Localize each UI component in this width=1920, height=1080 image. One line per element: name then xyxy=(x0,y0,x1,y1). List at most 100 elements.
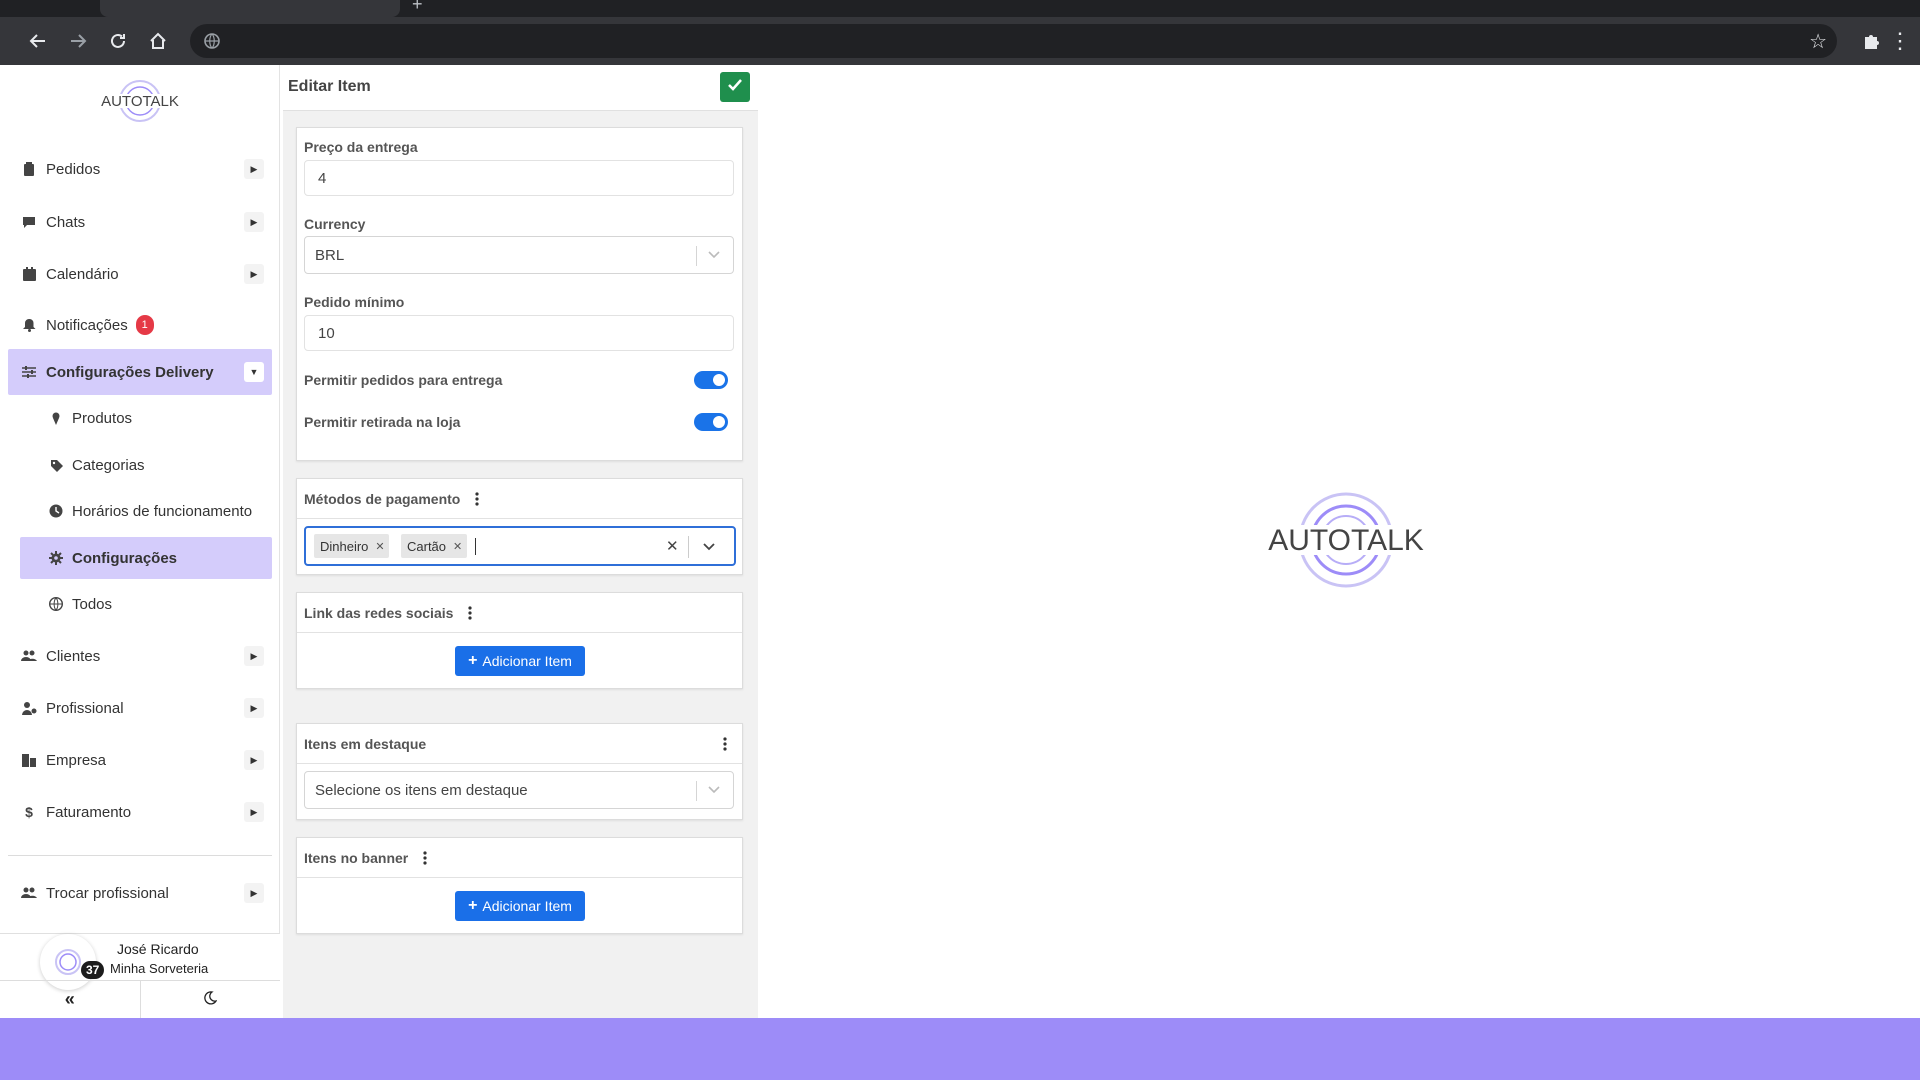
svg-text:AUTOTALK: AUTOTALK xyxy=(1268,524,1424,557)
clear-all-icon[interactable]: ✕ xyxy=(666,537,679,555)
select-separator xyxy=(696,246,697,266)
sidebar-subitem-horarios[interactable]: Horários de funcionamento xyxy=(20,490,272,532)
save-button[interactable] xyxy=(720,72,750,102)
sidebar-item-configuracoes-delivery[interactable]: Configurações Delivery ▼ xyxy=(8,349,272,395)
caret-right-icon[interactable]: ▶ xyxy=(244,883,264,903)
delivery-price-input[interactable]: 4 xyxy=(304,160,734,196)
sliders-icon xyxy=(20,363,38,381)
featured-items-label: Itens em destaque xyxy=(304,735,427,752)
arrow-left-icon[interactable] xyxy=(22,25,54,57)
plus-icon: + xyxy=(468,652,478,669)
address-bar[interactable]: ☆ xyxy=(190,24,1837,58)
bookmark-star-icon[interactable]: ☆ xyxy=(1809,29,1827,54)
featured-items-select[interactable]: Selecione os itens em destaque xyxy=(304,771,734,809)
sidebar-item-profissional[interactable]: Profissional ▶ xyxy=(8,685,272,731)
building-icon xyxy=(20,751,38,769)
plus-icon: + xyxy=(468,897,478,914)
sidebar-item-label: Chats xyxy=(46,213,86,231)
chevron-down-icon[interactable] xyxy=(705,246,723,264)
remove-chip-icon[interactable]: ✕ xyxy=(453,540,467,553)
payment-chip-label: Dinheiro xyxy=(320,538,369,554)
browser-toolbar: ☆ ⋮ xyxy=(0,17,1920,65)
collapse-sidebar-button[interactable]: « xyxy=(0,981,140,1018)
sidebar: AUTOTALK Pedidos ▶ Chats ▶ Calendário ▶ xyxy=(0,65,280,1018)
banner-items-label: Itens no banner xyxy=(304,849,409,866)
allow-pickup-row: Permitir retirada na loja xyxy=(304,410,734,434)
sidebar-subitem-label: Configurações xyxy=(72,549,178,567)
user-panel: 37 José Ricardo Minha Sorveteria « xyxy=(0,933,280,1018)
preview-area: AUTOTALK xyxy=(758,65,1920,1018)
site-info-icon[interactable] xyxy=(202,31,222,51)
sidebar-item-pedidos[interactable]: Pedidos ▶ xyxy=(8,146,272,192)
chevron-down-icon[interactable] xyxy=(698,536,720,558)
featured-items-header: Itens em destaque xyxy=(297,724,742,764)
moon-icon xyxy=(203,989,218,1010)
sidebar-item-clientes[interactable]: Clientes ▶ xyxy=(8,633,272,679)
payment-chip: Cartão ✕ xyxy=(401,534,468,558)
sidebar-item-chats[interactable]: Chats ▶ xyxy=(8,199,272,245)
caret-right-icon[interactable]: ▶ xyxy=(244,750,264,770)
sidebar-item-trocar-profissional[interactable]: Trocar profissional ▶ xyxy=(8,870,272,916)
autotalk-logo[interactable]: AUTOTALK xyxy=(95,75,185,127)
browser-tab[interactable] xyxy=(100,0,400,17)
featured-items-placeholder: Selecione os itens em destaque xyxy=(315,781,528,799)
notification-badge: 1 xyxy=(135,315,154,335)
bottom-band xyxy=(0,1018,1920,1080)
caret-down-icon[interactable]: ▼ xyxy=(244,362,264,382)
sidebar-item-notificacoes[interactable]: Notificações 1 xyxy=(8,302,272,348)
sidebar-subitem-todos[interactable]: Todos xyxy=(20,583,272,625)
sidebar-item-label: Faturamento xyxy=(46,803,132,821)
kebab-menu-icon[interactable] xyxy=(463,604,477,622)
dark-mode-toggle[interactable] xyxy=(139,981,281,1018)
caret-right-icon[interactable]: ▶ xyxy=(244,159,264,179)
caret-right-icon[interactable]: ▶ xyxy=(244,264,264,284)
payment-methods-multiselect[interactable]: Dinheiro ✕ Cartão ✕ ✕ xyxy=(304,526,736,566)
user-name: José Ricardo xyxy=(117,941,199,957)
browser-menu-icon[interactable]: ⋮ xyxy=(1888,25,1912,57)
allow-pickup-toggle[interactable] xyxy=(694,413,728,431)
payment-chip: Dinheiro ✕ xyxy=(314,534,390,558)
kebab-menu-icon[interactable] xyxy=(418,849,432,867)
sidebar-item-faturamento[interactable]: $ Faturamento ▶ xyxy=(8,789,272,835)
caret-right-icon[interactable]: ▶ xyxy=(244,646,264,666)
caret-right-icon[interactable]: ▶ xyxy=(244,802,264,822)
sidebar-item-label: Notificações xyxy=(46,316,128,334)
extensions-puzzle-icon[interactable] xyxy=(1855,25,1887,57)
caret-right-icon[interactable]: ▶ xyxy=(244,212,264,232)
banner-items-header: Itens no banner xyxy=(297,838,742,878)
allow-delivery-toggle[interactable] xyxy=(694,371,728,389)
user-panel-actions: « xyxy=(0,980,280,1018)
add-social-link-button[interactable]: + Adicionar Item xyxy=(455,646,585,676)
payment-methods-card: Métodos de pagamento Dinheiro ✕ Cartão ✕… xyxy=(296,478,743,575)
caret-right-icon[interactable]: ▶ xyxy=(244,698,264,718)
min-order-input[interactable]: 10 xyxy=(304,315,734,351)
currency-value: BRL xyxy=(315,246,345,264)
home-icon[interactable] xyxy=(142,25,174,57)
user-company: Minha Sorveteria xyxy=(110,961,209,976)
arrow-right-icon[interactable] xyxy=(62,25,94,57)
remove-chip-icon[interactable]: ✕ xyxy=(375,540,389,553)
new-tab-icon[interactable]: + xyxy=(412,0,423,15)
chevron-down-icon[interactable] xyxy=(705,781,723,799)
sidebar-subitem-categorias[interactable]: Categorias xyxy=(20,444,272,486)
add-banner-item-button[interactable]: + Adicionar Item xyxy=(455,891,585,921)
payment-methods-header: Métodos de pagamento xyxy=(297,479,742,519)
user-cog-icon xyxy=(20,699,38,717)
add-item-label: Adicionar Item xyxy=(482,898,572,914)
avatar-count-badge: 37 xyxy=(81,961,105,979)
sidebar-subitem-label: Horários de funcionamento xyxy=(72,502,253,520)
kebab-menu-icon[interactable] xyxy=(718,735,732,753)
reload-icon[interactable] xyxy=(102,25,134,57)
sidebar-subitem-produtos[interactable]: Produtos xyxy=(20,397,272,439)
sidebar-item-empresa[interactable]: Empresa ▶ xyxy=(8,737,272,783)
sidebar-subitem-label: Todos xyxy=(72,595,113,613)
currency-select[interactable]: BRL xyxy=(304,236,734,274)
select-separator xyxy=(696,781,697,801)
kebab-menu-icon[interactable] xyxy=(470,490,484,508)
sidebar-item-calendario[interactable]: Calendário ▶ xyxy=(8,251,272,297)
browser-tabstrip: + xyxy=(0,0,1920,17)
sidebar-item-label: Configurações Delivery xyxy=(46,363,214,381)
sidebar-item-label: Empresa xyxy=(46,751,107,769)
sidebar-subitem-configuracoes[interactable]: Configurações xyxy=(20,537,272,579)
delivery-settings-card: Preço da entrega 4 Currency BRL Pedido m… xyxy=(296,127,743,461)
